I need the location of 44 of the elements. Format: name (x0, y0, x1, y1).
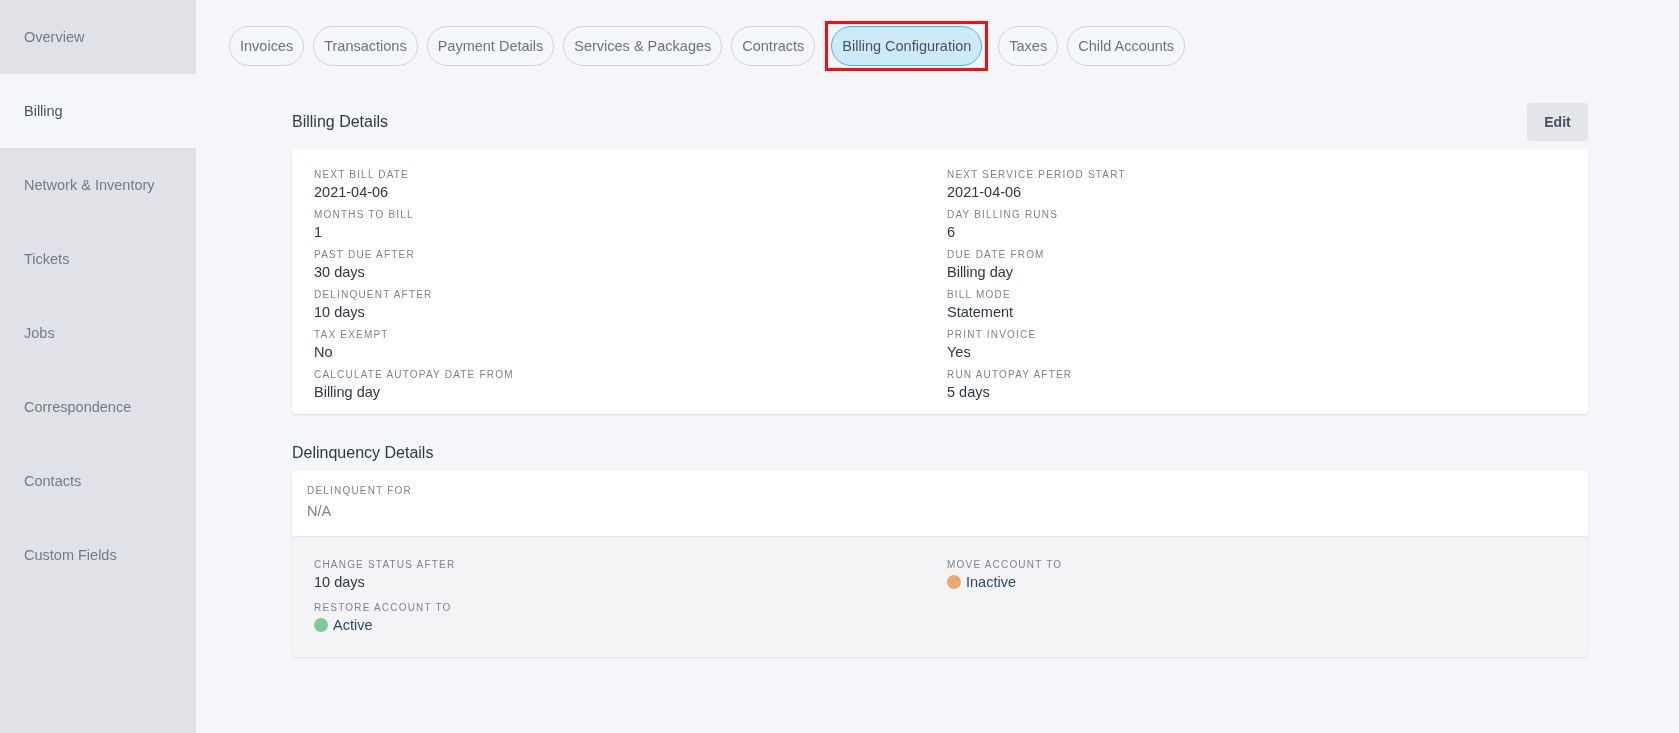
field-value: 5 days (947, 384, 991, 400)
field-value: 10 days (314, 304, 366, 320)
field-label: DELINQUENT AFTER (314, 289, 434, 300)
field-value: Statement (947, 304, 1015, 320)
field-value: 1 (314, 224, 324, 240)
section-title: Billing Details (292, 113, 389, 131)
sidebar-item[interactable]: Contacts (0, 444, 196, 518)
sidebar-item[interactable]: Correspondence (0, 370, 196, 444)
sidebar-item[interactable]: Overview (0, 0, 196, 74)
sidebar-item[interactable]: Custom Fields (0, 518, 196, 592)
status-value: Active (333, 617, 373, 633)
field-value: N/A (307, 503, 333, 519)
sidebar-item[interactable]: Billing (0, 74, 196, 148)
field-label: PRINT INVOICE (947, 329, 1038, 340)
field-label: TAX EXEMPT (314, 329, 390, 340)
field-value: 2021-04-06 (314, 184, 390, 200)
section-title: Delinquency Details (292, 444, 435, 462)
field-value: No (314, 344, 334, 360)
field-value: 2021-04-06 (947, 184, 1023, 200)
field-label: NEXT SERVICE PERIOD START (947, 169, 1127, 180)
field-value: 6 (947, 224, 957, 240)
field-label: DELINQUENT FOR (307, 485, 413, 496)
field-label: DAY BILLING RUNS (947, 209, 1060, 220)
field-label: PAST DUE AFTER (314, 249, 416, 260)
tab[interactable]: Billing Configuration (831, 26, 983, 66)
field-label: MONTHS TO BILL (314, 209, 415, 220)
sidebar-item[interactable]: Jobs (0, 296, 196, 370)
field-value: Billing day (947, 264, 1015, 280)
field-value: Billing day (314, 384, 382, 400)
field-label: NEXT BILL DATE (314, 169, 410, 180)
sidebar-item[interactable]: Tickets (0, 222, 196, 296)
field-label: MOVE ACCOUNT TO (947, 559, 1064, 570)
sidebar-item[interactable]: Network & Inventory (0, 148, 196, 222)
field-label: CHANGE STATUS AFTER (314, 559, 457, 570)
field-label: RESTORE ACCOUNT TO (314, 602, 453, 613)
field-label: CALCULATE AUTOPAY DATE FROM (314, 369, 515, 380)
field-label: BILL MODE (947, 289, 1012, 300)
field-label: RUN AUTOPAY AFTER (947, 369, 1074, 380)
status-value: Inactive (966, 574, 1016, 590)
field-label: DUE DATE FROM (947, 249, 1046, 260)
field-value: 30 days (314, 264, 366, 280)
edit-button[interactable]: Edit (1527, 103, 1588, 141)
field-value: Yes (947, 344, 972, 360)
field-value: 10 days (314, 574, 366, 590)
